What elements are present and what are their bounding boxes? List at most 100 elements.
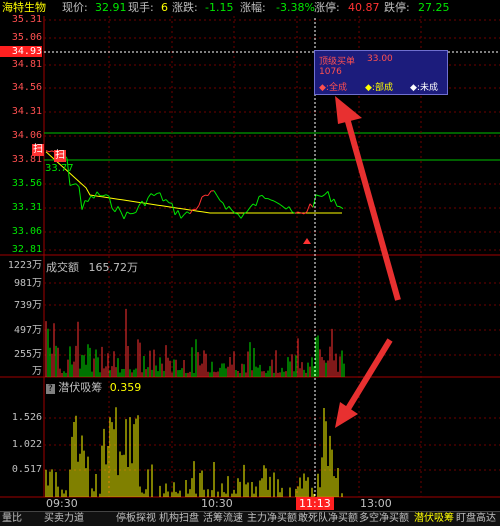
indicator-axis-label: 0.517	[0, 464, 42, 475]
price-axis-label: 33.31	[0, 202, 42, 213]
price-segment	[217, 196, 220, 201]
price-segment	[328, 191, 331, 202]
price-axis-label: 35.06	[0, 32, 42, 43]
tab-8[interactable]: 多空净买额	[359, 512, 409, 525]
volume-axis-label: 万	[0, 362, 42, 377]
price-segment	[277, 203, 280, 205]
price-segment	[331, 199, 334, 202]
volume-bars	[46, 309, 344, 377]
price-segment	[322, 194, 325, 196]
price-value: 32.91	[95, 0, 127, 16]
volume-axis-label: 497万	[0, 321, 42, 336]
sweep-marker-2: 扫	[54, 150, 66, 162]
tab-2[interactable]: 买卖力道	[44, 512, 84, 525]
price-segment	[169, 203, 172, 204]
price-axis-label: 33.56	[0, 178, 42, 189]
indicator-bars	[46, 407, 342, 497]
popup-opt-part[interactable]: ◆:部成	[365, 80, 393, 93]
change-label: 涨跌:	[172, 0, 198, 16]
limit-down-value: 27.25	[418, 0, 450, 16]
price-segment	[49, 151, 52, 152]
price-segment	[151, 194, 154, 196]
price-segment	[202, 195, 205, 197]
price-segment	[268, 199, 271, 200]
price-segment	[172, 203, 175, 214]
trade-marker-icon	[303, 238, 311, 244]
price-segment	[319, 196, 322, 197]
tab-10[interactable]: 盯盘高达	[456, 512, 496, 525]
volume-title: 成交额	[46, 261, 79, 274]
volume-axis-label: 1223万	[0, 256, 42, 271]
indicator-title: 潜伏吸筹	[58, 381, 102, 394]
indicator-axis-label: 1.022	[0, 439, 42, 450]
price-segment	[313, 195, 316, 208]
price-segment	[79, 187, 82, 210]
indicator-value: 0.359	[110, 381, 142, 394]
volume-label: 现手:	[128, 0, 154, 16]
price-axis-label: 32.81	[0, 244, 42, 255]
price-segment	[220, 200, 223, 203]
price-axis-label: 35.31	[0, 14, 42, 25]
indicator-tabs: 量比 买卖力道 停板探视机构扫盘活筹流速主力净买额敢死队净买额多空净买额潜伏吸筹盯盘…	[0, 511, 500, 526]
price-segment	[76, 184, 79, 187]
tab-3[interactable]: 停板探视	[116, 512, 156, 525]
volume-panel-title: 成交额 165.72万	[46, 259, 138, 275]
price-segment	[106, 195, 109, 196]
price-segment	[127, 212, 130, 214]
intraday-chart[interactable]: 海特生物 现价: 32.91 现手: 6 涨跌: -1.15 涨幅: -3.38…	[0, 0, 500, 525]
tab-9[interactable]: 潜伏吸筹	[414, 512, 454, 525]
price-segment	[163, 200, 166, 201]
tab-1[interactable]: 量比	[2, 512, 22, 525]
price-segment	[262, 195, 265, 198]
price-segment	[154, 193, 157, 195]
popup-price: 33.00	[367, 54, 393, 64]
tab-6[interactable]: 主力净买额	[247, 512, 297, 525]
price-axis-label: 34.06	[0, 130, 42, 141]
price-axis-label: 34.93	[0, 46, 42, 57]
price-segment	[94, 192, 97, 198]
limit-up-value: 40.87	[348, 0, 380, 16]
price-segment	[166, 200, 169, 203]
quote-header: 海特生物 现价: 32.91 现手: 6 涨跌: -1.15 涨幅: -3.38…	[0, 0, 500, 16]
price-axis-label: 33.06	[0, 226, 42, 237]
popup-opt-all[interactable]: ◆:全成	[319, 80, 347, 93]
price-segment	[334, 199, 337, 206]
limit-up-label: 涨停:	[314, 0, 340, 16]
price-segment	[238, 214, 241, 218]
price-segment	[226, 206, 229, 209]
volume-value: 6	[161, 0, 168, 16]
sweep-marker-1: 扫	[32, 144, 44, 156]
price-segment	[124, 212, 127, 219]
price-segment	[289, 207, 292, 212]
price-segment	[256, 196, 259, 205]
indicator-panel-title: ? 潜伏吸筹 0.359	[46, 379, 141, 395]
price-segment	[148, 194, 151, 198]
tab-4[interactable]: 机构扫盘	[159, 512, 199, 525]
order-popup[interactable]: 顶级买单 33.00 1076 ◆:全成 ◆:部成 ◆:未成	[314, 50, 448, 95]
help-icon[interactable]: ?	[46, 384, 55, 394]
price-segment	[196, 205, 199, 209]
popup-title: 顶级买单	[319, 54, 355, 67]
annotation-arrow-up	[335, 96, 398, 300]
price-axis-label: 34.81	[0, 59, 42, 70]
price-segment	[325, 191, 328, 194]
volume-axis-label: 739万	[0, 296, 42, 311]
price-segment	[175, 210, 178, 214]
popup-opt-none[interactable]: ◆:未成	[410, 80, 438, 93]
tab-5[interactable]: 活筹流速	[203, 512, 243, 525]
price-segment	[241, 214, 244, 219]
price-segment	[133, 212, 136, 213]
price-segment	[88, 196, 91, 202]
tab-7[interactable]: 敢死队净买额	[298, 512, 358, 525]
time-label-1030: 10:30	[201, 497, 233, 510]
price-line	[46, 151, 343, 219]
price-segment	[118, 206, 121, 212]
price-segment	[157, 193, 160, 194]
price-segment	[250, 204, 253, 207]
time-label-1300: 13:00	[360, 497, 392, 510]
time-label-open: 09:30	[46, 497, 78, 510]
price-segment	[103, 195, 106, 196]
volume-axis-label: 981万	[0, 274, 42, 289]
price-segment	[208, 191, 211, 196]
price-segment	[85, 201, 88, 202]
